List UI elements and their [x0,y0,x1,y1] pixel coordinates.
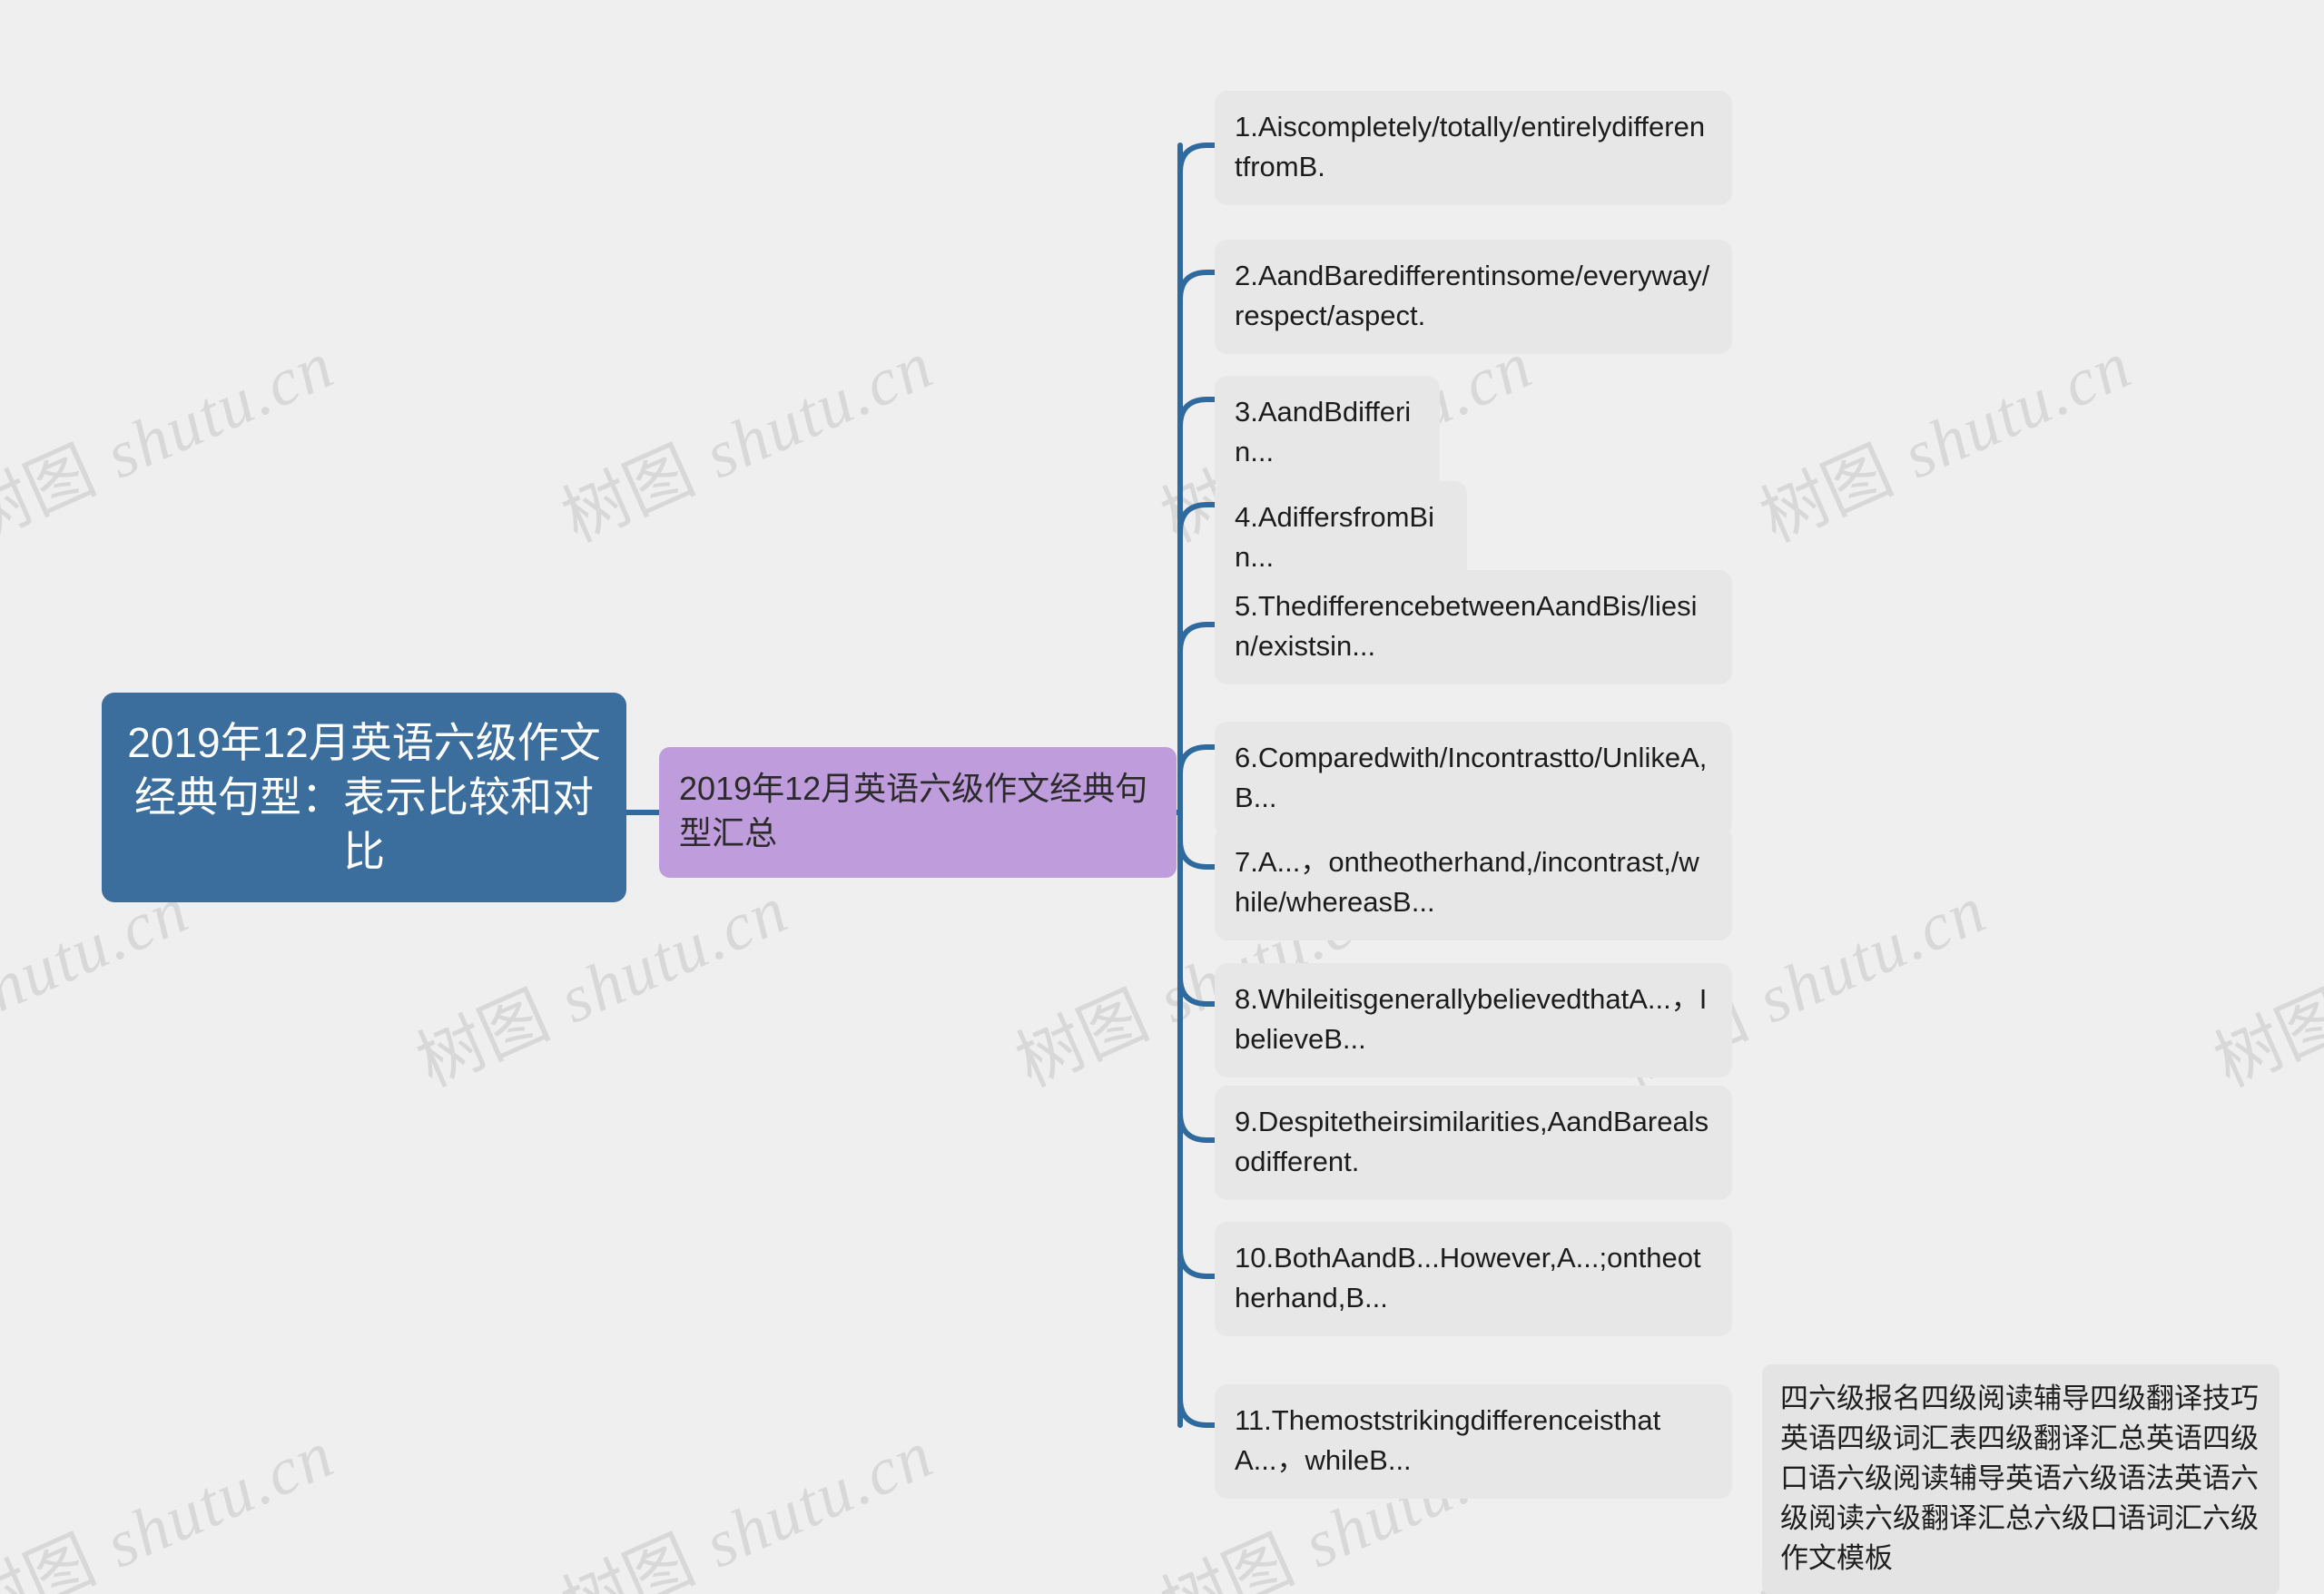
leaf-node-10[interactable]: 10.BothAandB...However,A...;ontheotherha… [1215,1222,1732,1337]
leaf-node-label: 1.Aiscompletely/totally/entirelydifferen… [1235,111,1706,183]
leaf-node-label: 9.Despitetheirsimilarities,AandBarealsod… [1235,1106,1709,1178]
leaf-node-1[interactable]: 1.Aiscompletely/totally/entirelydifferen… [1215,91,1732,206]
leaf-node-label: 7.A...，ontheotherhand,/incontrast,/while… [1235,846,1699,919]
footer-note-label: 四六级报名四级阅读辅导四级翻译技巧英语四级词汇表四级翻译汇总英语四级口语六级阅读… [1780,1382,2259,1575]
watermark-text: 树图 shutu.cn [0,327,346,558]
leaf-node-2[interactable]: 2.AandBaredifferentinsome/everyway/respe… [1215,240,1732,355]
leaf-node-label: 2.AandBaredifferentinsome/everyway/respe… [1235,260,1710,332]
watermark-text: 树图 shutu.cn [999,0,1400,16]
leaf-node-label: 8.WhileitisgenerallybelievedthatA...，Ibe… [1235,983,1708,1056]
leaf-node-6[interactable]: 6.Comparedwith/Incontrastto/UnlikeA,B... [1215,722,1732,837]
mindmap-canvas: 树图 shutu.cn 树图 shutu.cn 树图 shutu.cn 树图 shut… [0,0,2324,1594]
watermark-text: 树图 shutu.cn [550,1416,945,1594]
watermark-text: 树图 shutu.cn [399,0,801,16]
branch-node[interactable]: 2019年12月英语六级作文经典句型汇总 [659,747,1177,878]
watermark-text: 树图 shutu.cn [2202,976,2324,1103]
leaf-node-7[interactable]: 7.A...，ontheotherhand,/incontrast,/while… [1215,826,1732,941]
leaf-node-8[interactable]: 8.WhileitisgenerallybelievedthatA...，Ibe… [1215,963,1732,1078]
root-node-label: 2019年12月英语六级作文经典句型：表示比较和对比 [127,719,601,875]
leaf-node-11[interactable]: 11.ThemoststrikingdifferenceisthatA...，w… [1215,1384,1732,1500]
root-node[interactable]: 2019年12月英语六级作文经典句型：表示比较和对比 [102,693,626,903]
leaf-node-label: 3.AandBdifferin... [1235,396,1412,468]
leaf-node-label: 10.BothAandB...However,A...;ontheotherha… [1235,1242,1701,1314]
watermark-text: 树图 shutu.cn [1748,327,2143,558]
footer-note[interactable]: 四六级报名四级阅读辅导四级翻译技巧英语四级词汇表四级翻译汇总英语四级口语六级阅读… [1762,1364,2280,1594]
leaf-node-3[interactable]: 3.AandBdifferin... [1215,376,1440,491]
leaf-node-label: 5.ThedifferencebetweenAandBis/liesin/exi… [1235,590,1698,663]
leaf-node-label: 6.Comparedwith/Incontrastto/UnlikeA,B... [1235,742,1708,814]
leaf-node-9[interactable]: 9.Despitetheirsimilarities,AandBarealsod… [1215,1086,1732,1201]
leaf-node-5[interactable]: 5.ThedifferencebetweenAandBis/liesin/exi… [1215,570,1732,685]
leaf-node-label: 11.ThemoststrikingdifferenceisthatA...，w… [1235,1404,1661,1477]
watermark-text: 树图 shutu.cn [0,1416,346,1594]
branch-node-label: 2019年12月英语六级作文经典句型汇总 [679,770,1148,851]
watermark-text: 树图 shutu.cn [2197,0,2324,16]
watermark-text: 树图 shutu.cn [1598,0,1999,16]
watermark-text: 树图 shutu.cn [0,0,202,16]
leaf-node-label: 4.AdiffersfromBin... [1235,501,1434,574]
watermark-text: 树图 shutu.cn [550,327,945,558]
